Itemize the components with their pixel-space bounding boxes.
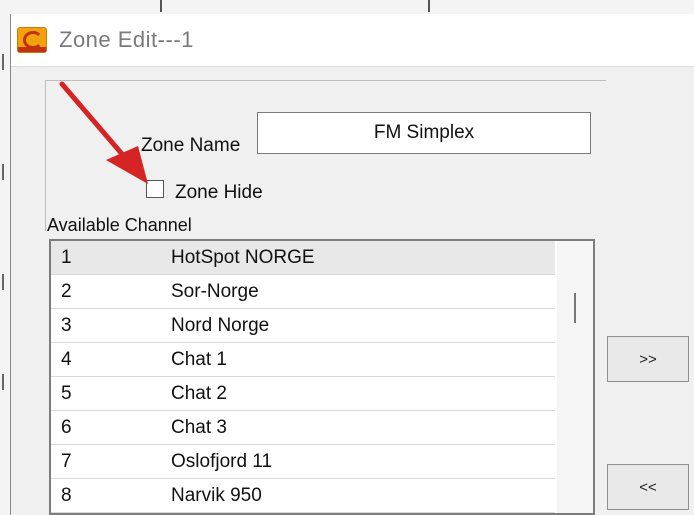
channel-name: Nord Norge <box>171 315 270 336</box>
list-item[interactable]: 6 Chat 3 <box>51 411 555 445</box>
channel-name: Sor-Norge <box>171 281 259 302</box>
channel-name: HotSpot NORGE <box>171 247 315 268</box>
background-window-edge <box>0 0 694 15</box>
zone-name-input[interactable] <box>257 112 591 154</box>
list-item[interactable]: 7 Oslofjord 11 <box>51 445 555 479</box>
list-scrollbar[interactable] <box>557 241 593 513</box>
available-channel-label: Available Channel <box>47 215 192 235</box>
background-divider <box>160 0 162 12</box>
channel-number: 5 <box>61 383 72 404</box>
list-item[interactable]: 5 Chat 2 <box>51 377 555 411</box>
add-channel-button[interactable]: >> <box>607 336 689 382</box>
channel-name: Chat 3 <box>171 417 227 438</box>
channel-number: 1 <box>61 247 72 268</box>
zone-hide-label[interactable]: Zone Hide <box>175 182 263 204</box>
zone-hide-checkbox[interactable] <box>146 180 164 198</box>
channel-name: Narvik 950 <box>171 485 262 506</box>
list-item[interactable]: 8 Narvik 950 <box>51 479 555 513</box>
zone-groupbox <box>45 80 606 231</box>
channel-name: Chat 2 <box>171 383 227 404</box>
list-item[interactable]: 3 Nord Norge <box>51 309 555 343</box>
channel-number: 7 <box>61 451 72 472</box>
channel-number: 2 <box>61 281 72 302</box>
background-divider <box>2 164 4 180</box>
channel-number: 3 <box>61 315 72 336</box>
channel-number: 6 <box>61 417 72 438</box>
channel-number: 8 <box>61 485 72 506</box>
channel-name: Chat 1 <box>171 349 227 370</box>
list-item[interactable]: 1 HotSpot NORGE <box>51 241 555 275</box>
zone-name-label: Zone Name <box>141 135 241 156</box>
channel-name: Oslofjord 11 <box>171 451 273 472</box>
background-divider <box>2 374 4 390</box>
background-divider <box>428 0 430 12</box>
window-title: Zone Edit---1 <box>59 27 194 52</box>
background-divider <box>2 54 4 70</box>
remove-channel-button[interactable]: << <box>607 464 689 510</box>
list-item[interactable]: 2 Sor-Norge <box>51 275 555 309</box>
list-item[interactable]: 4 Chat 1 <box>51 343 555 377</box>
app-logo-icon <box>17 27 47 53</box>
scrollbar-thumb[interactable] <box>574 293 576 323</box>
available-channel-list[interactable]: 1 HotSpot NORGE 2 Sor-Norge 3 Nord Norge… <box>49 239 595 515</box>
background-divider <box>2 274 4 290</box>
channel-number: 4 <box>61 349 72 370</box>
zone-edit-dialog: Zone Edit---1 Zone Name Zone Hide Availa… <box>10 14 694 515</box>
title-bar: Zone Edit---1 <box>11 14 694 67</box>
